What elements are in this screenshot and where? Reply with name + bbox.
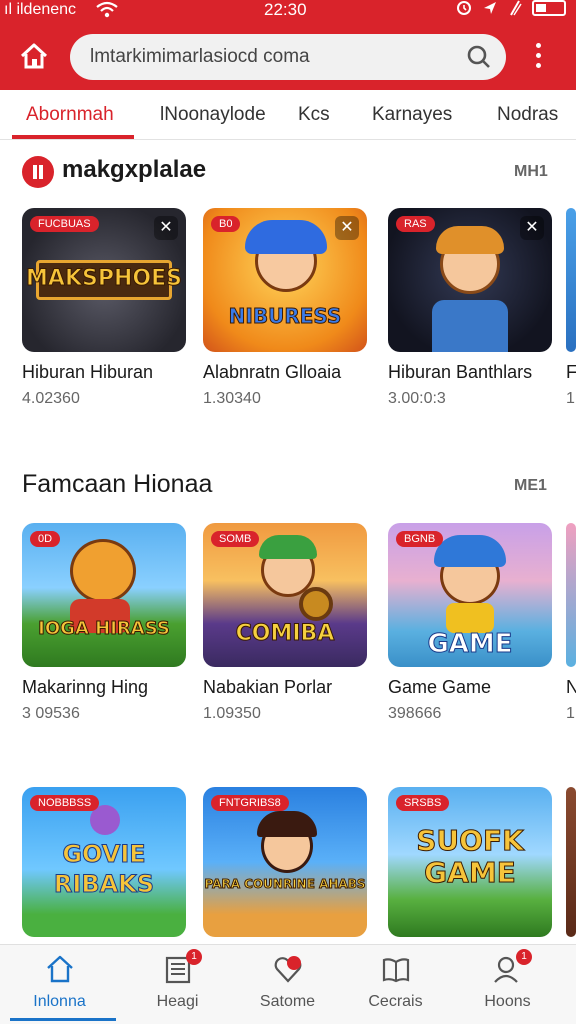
game-thumbnail[interactable]: GAME BGNB xyxy=(388,523,552,667)
carrier-label: ıl ildenenc xyxy=(4,1,77,18)
game-thumbnail[interactable]: SUOFK GAME SRSBS xyxy=(388,787,552,937)
card-title: Alabnratn Glloaia xyxy=(203,362,342,382)
game-thumbnail[interactable]: GOVIE RIBAKS NOBBBSS xyxy=(22,787,186,937)
nav-label: Satome xyxy=(259,993,316,1010)
card-title: Hiburan Hiburan xyxy=(22,362,154,382)
thumbnail-art-text: PARA COUNRINE AHABS xyxy=(204,877,366,892)
nav-label: Heagi xyxy=(156,993,199,1010)
thumbnail-art-text: NIBURESS xyxy=(228,304,342,329)
thumbnail-art-text: GAME xyxy=(427,629,513,660)
url-text[interactable]: lmtarkimimarlasiocd coma xyxy=(90,46,310,68)
home-button[interactable] xyxy=(16,38,52,74)
clock: 22:30 xyxy=(264,0,307,19)
thumbnail-art-text: GOVIE RIBAKS xyxy=(53,840,155,899)
game-thumbnail[interactable] xyxy=(566,523,576,667)
tab-3[interactable]: Karnayes xyxy=(372,104,452,126)
section-title-1: makgxplalae xyxy=(62,156,207,183)
nav-item-home[interactable]: Inlonna xyxy=(2,945,117,1024)
top-header: ıl ildenenc 22:30 lmtarkimimarlasiocd co… xyxy=(0,0,576,90)
nav-label: Hoons xyxy=(484,993,531,1010)
thumbnail-badge: 0D xyxy=(30,531,61,547)
active-nav-indicator xyxy=(10,1018,116,1021)
thumbnail-badge: B0 xyxy=(211,216,241,232)
card-title: Game Game xyxy=(388,677,492,697)
game-thumbnail[interactable] xyxy=(566,787,576,937)
nav-label: Cecrais xyxy=(368,993,423,1010)
status-bar: ıl ildenenc 22:30 xyxy=(0,0,576,22)
card-title: Hiburan Banthlars xyxy=(388,362,533,382)
game-thumbnail[interactable]: MAKSPHOES FUCBUAS ✕ xyxy=(22,208,186,352)
card-title: Nabakian Porlar xyxy=(203,677,333,697)
heart-icon xyxy=(274,956,302,983)
active-tab-indicator xyxy=(12,135,134,139)
close-icon[interactable]: ✕ xyxy=(520,216,544,240)
card-subtitle: 3.00:0:3 xyxy=(388,390,446,407)
alarm-icon xyxy=(457,1,471,15)
thumbnail-art-text: COMIBA xyxy=(235,621,335,647)
home-icon xyxy=(47,955,73,983)
card-subtitle: 1 xyxy=(566,390,575,407)
card-title: F xyxy=(566,362,576,382)
thumbnail-badge: FUCBUAS xyxy=(30,216,99,232)
tab-1[interactable]: lNoonaylode xyxy=(160,104,266,126)
location-icon xyxy=(484,2,496,14)
close-icon[interactable]: ✕ xyxy=(335,216,359,240)
book-icon xyxy=(382,958,410,983)
game-thumbnail[interactable]: IOGA HIRASS 0D xyxy=(22,523,186,667)
status-icons xyxy=(456,0,566,16)
bottom-navigation: Inlonna 1 Heagi Satome Cecrais 1 Hoons xyxy=(0,944,576,1024)
notification-badge: 1 xyxy=(186,949,202,965)
close-icon[interactable]: ✕ xyxy=(154,216,178,240)
tab-2[interactable]: Kcs xyxy=(298,104,330,126)
card-title: Makarinng Hing xyxy=(22,677,149,697)
card-subtitle: 1.09350 xyxy=(203,705,261,722)
card-subtitle: 4.02360 xyxy=(22,390,80,407)
game-thumbnail[interactable] xyxy=(566,208,576,352)
nav-item-news[interactable]: 1 Heagi xyxy=(120,945,235,1024)
tab-4[interactable]: Nodras xyxy=(497,104,558,126)
thumbnail-badge: SOMB xyxy=(211,531,260,547)
thumbnail-badge: NOBBBSS xyxy=(30,795,100,811)
game-thumbnail[interactable]: RAS ✕ xyxy=(388,208,552,352)
thumbnail-badge: FNTGRIBS8 xyxy=(211,795,289,811)
section-more-2[interactable]: ME1 xyxy=(514,477,547,495)
section-title-2: Famcaan Hionaa xyxy=(22,470,213,498)
thumbnail-art-text: MAKSPHOES xyxy=(26,266,183,292)
thumbnail-badge: SRSBS xyxy=(396,795,450,811)
card-subtitle: 398666 xyxy=(388,705,442,722)
card-subtitle: 3 09536 xyxy=(22,705,80,722)
thumbnail-art-text: SUOFK GAME xyxy=(416,824,525,889)
game-thumbnail[interactable]: PARA COUNRINE AHABS FNTGRIBS8 xyxy=(203,787,367,937)
category-tabs: Abornmah lNoonaylode Kcs Karnayes Nodras xyxy=(0,90,576,140)
section-more-1[interactable]: MH1 xyxy=(514,163,548,181)
section-logo-icon xyxy=(22,156,54,188)
home-icon xyxy=(20,43,48,69)
notification-badge: 1 xyxy=(516,949,532,965)
game-thumbnail[interactable]: NIBURESS B0 ✕ xyxy=(203,208,367,352)
game-thumbnail[interactable]: COMIBA SOMB xyxy=(203,523,367,667)
url-bar[interactable]: lmtarkimimarlasiocd coma xyxy=(70,34,506,80)
nav-item-library[interactable]: Cecrais xyxy=(338,945,453,1024)
nav-label: Inlonna xyxy=(33,993,86,1010)
wifi-icon xyxy=(96,1,118,24)
more-vert-icon[interactable] xyxy=(528,40,548,74)
thumbnail-badge: RAS xyxy=(396,216,435,232)
nav-item-favorites[interactable]: Satome xyxy=(230,945,345,1024)
card-subtitle: 1.30340 xyxy=(203,390,261,407)
search-icon[interactable] xyxy=(466,44,492,70)
card-subtitle: 1 xyxy=(566,705,575,722)
signal-icon xyxy=(510,0,522,16)
nav-item-profile[interactable]: 1 Hoons xyxy=(450,945,565,1024)
thumbnail-art-text: IOGA HIRASS xyxy=(38,618,171,639)
thumbnail-badge: BGNB xyxy=(396,531,444,547)
battery-icon xyxy=(532,0,566,16)
tab-0[interactable]: Abornmah xyxy=(26,104,114,126)
card-title: N xyxy=(566,677,576,697)
